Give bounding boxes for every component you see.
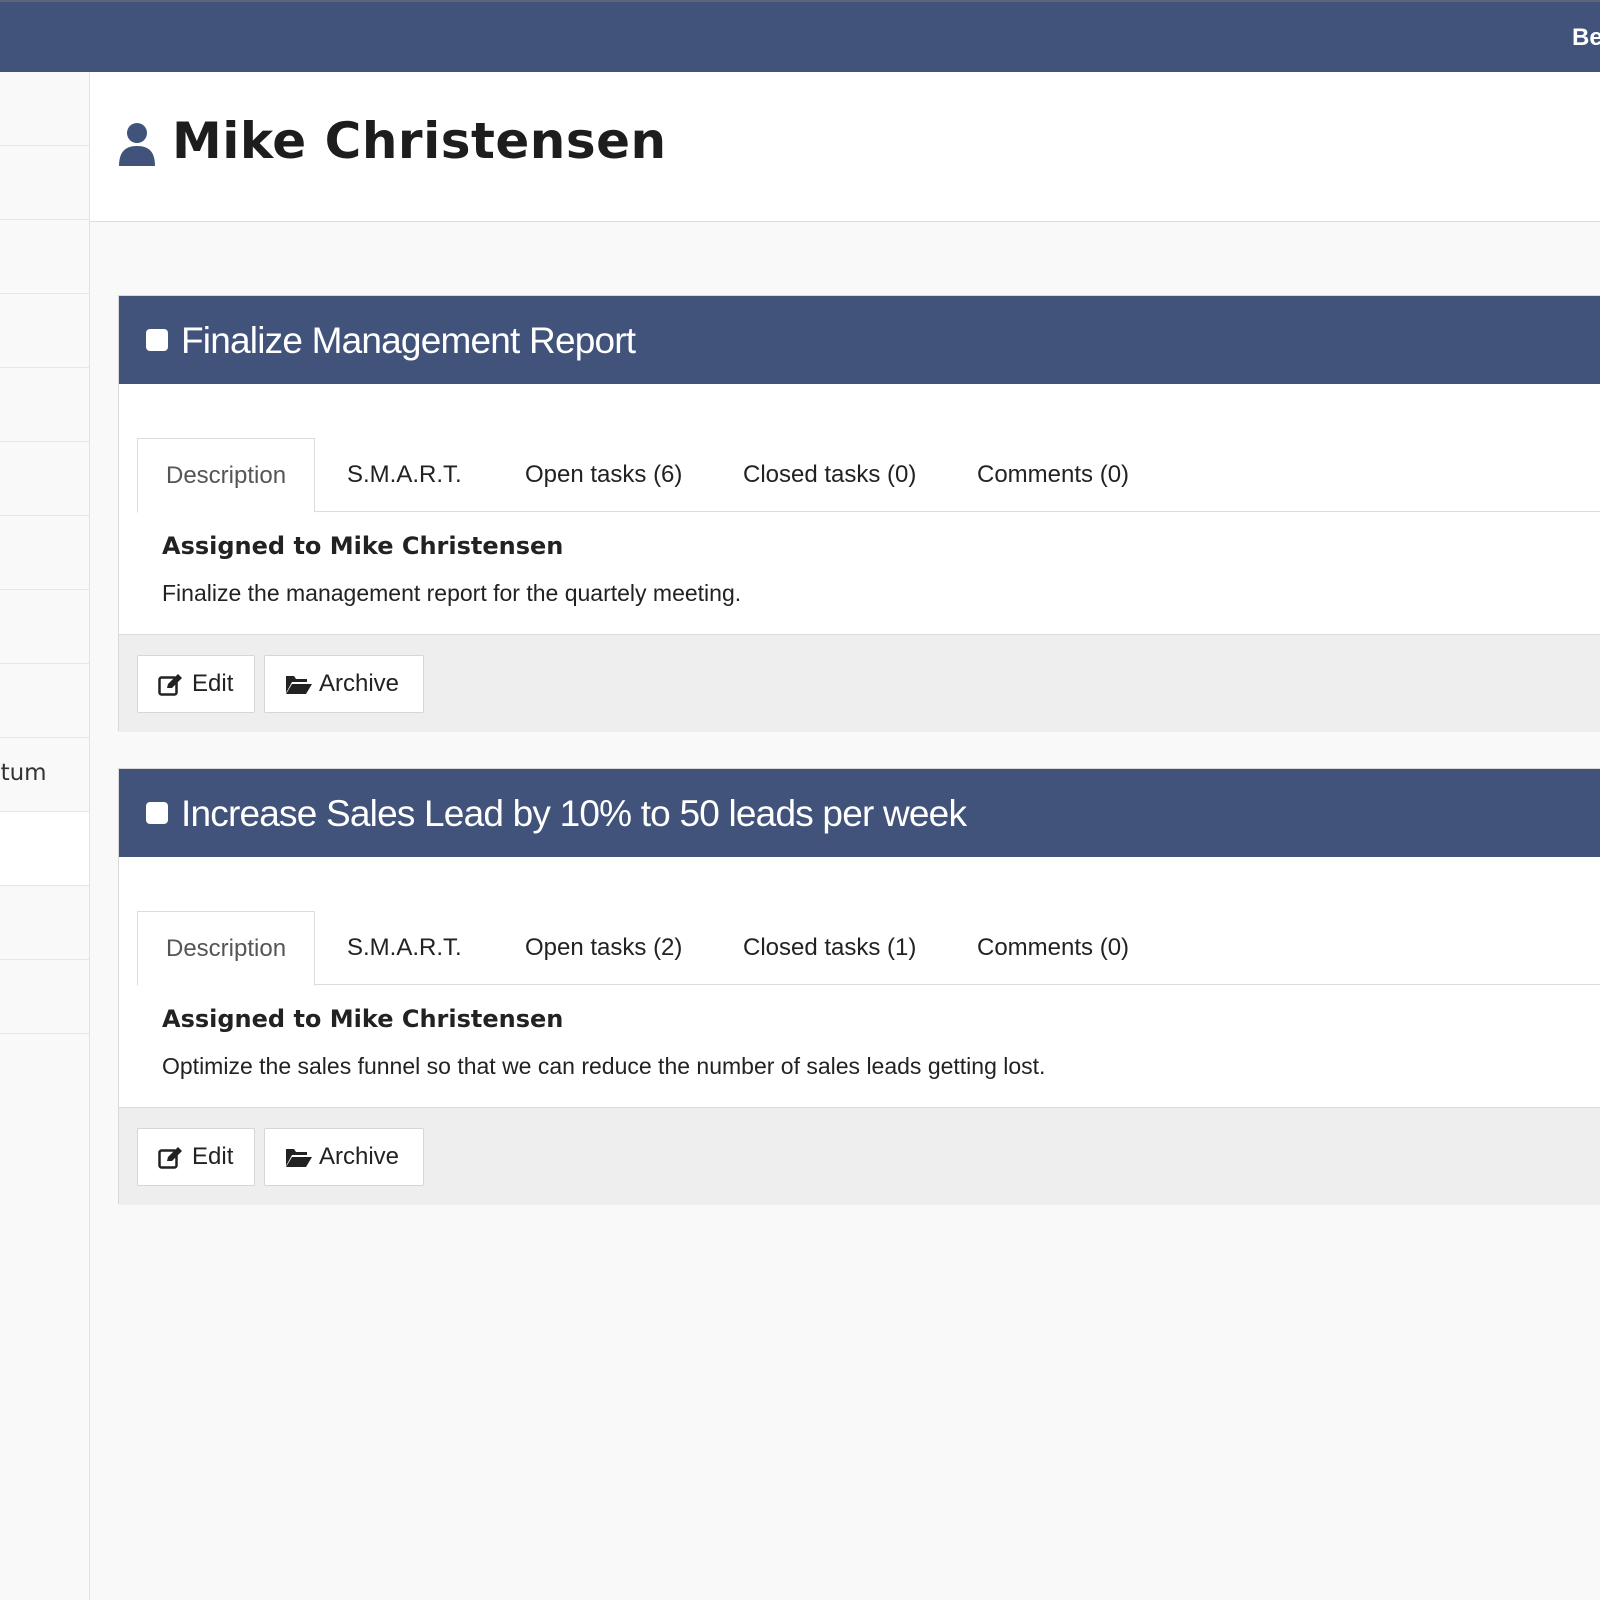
sidebar-item[interactable] [0, 146, 89, 220]
sidebar-item[interactable] [0, 516, 89, 590]
sidebar-item[interactable] [0, 886, 89, 960]
folder-open-icon [286, 676, 312, 694]
edit-button-label: Edit [192, 670, 234, 697]
goal-footer: Edit Archive [119, 1107, 1600, 1205]
goal-tabs: Description S.M.A.R.T. Open tasks (2) Cl… [137, 911, 1600, 986]
archive-button[interactable]: Archive [264, 655, 424, 713]
tab-closed-tasks[interactable]: Closed tasks (1) [715, 911, 944, 985]
top-navbar: Be [0, 0, 1600, 72]
sidebar-item[interactable] [0, 368, 89, 442]
goal-checkbox[interactable] [146, 802, 168, 824]
tab-description[interactable]: Description [137, 911, 316, 986]
user-icon [119, 123, 155, 166]
tab-comments[interactable]: Comments (0) [949, 911, 1157, 985]
sidebar-item[interactable] [0, 294, 89, 368]
edit-button[interactable]: Edit [137, 1128, 255, 1186]
folder-open-icon [286, 1149, 312, 1167]
edit-icon [158, 674, 182, 696]
edit-icon [158, 1147, 182, 1169]
sidebar-item[interactable] [0, 442, 89, 516]
tab-description[interactable]: Description [137, 438, 316, 513]
sidebar-item[interactable] [0, 220, 89, 294]
tab-closed-tasks[interactable]: Closed tasks (0) [715, 438, 944, 512]
archive-button-label: Archive [319, 1143, 400, 1170]
sidebar-item[interactable] [0, 960, 89, 1034]
goal-description: Optimize the sales funnel so that we can… [162, 1053, 1046, 1079]
sidebar-item[interactable] [0, 72, 89, 146]
page-header: Mike Christensen [90, 72, 1600, 222]
tab-smart[interactable]: S.M.A.R.T. [319, 438, 490, 512]
tab-smart[interactable]: S.M.A.R.T. [319, 911, 490, 985]
assigned-to: Assigned to Mike Christensen [162, 532, 564, 560]
sidebar-item[interactable] [0, 664, 89, 738]
archive-button-label: Archive [319, 670, 400, 697]
sidebar-item-active[interactable] [0, 812, 89, 886]
goal-checkbox[interactable] [146, 329, 168, 351]
goal-title: Increase Sales Lead by 10% to 50 leads p… [181, 793, 967, 834]
goal-card: Increase Sales Lead by 10% to 50 leads p… [118, 768, 1600, 1205]
sidebar-item-ntum[interactable]: ntum [0, 738, 89, 812]
tab-comments[interactable]: Comments (0) [949, 438, 1157, 512]
tab-open-tasks[interactable]: Open tasks (2) [497, 911, 710, 985]
goal-tabs: Description S.M.A.R.T. Open tasks (6) Cl… [137, 438, 1600, 513]
archive-button[interactable]: Archive [264, 1128, 424, 1186]
goal-header: Finalize Management Report [119, 296, 1600, 384]
edit-button[interactable]: Edit [137, 655, 255, 713]
goal-card: Finalize Management Report Description S… [118, 295, 1600, 732]
sidebar: ntum [0, 72, 90, 1600]
tab-open-tasks[interactable]: Open tasks (6) [497, 438, 710, 512]
page-title: Mike Christensen [172, 112, 667, 170]
goal-title: Finalize Management Report [181, 320, 636, 361]
navbar-user-menu[interactable]: Be [1572, 24, 1600, 52]
edit-button-label: Edit [192, 1143, 234, 1170]
goal-footer: Edit Archive [119, 634, 1600, 732]
sidebar-item-label: ntum [0, 760, 47, 786]
goal-header: Increase Sales Lead by 10% to 50 leads p… [119, 769, 1600, 857]
sidebar-item[interactable] [0, 590, 89, 664]
goal-description: Finalize the management report for the q… [162, 580, 742, 606]
assigned-to: Assigned to Mike Christensen [162, 1005, 564, 1033]
